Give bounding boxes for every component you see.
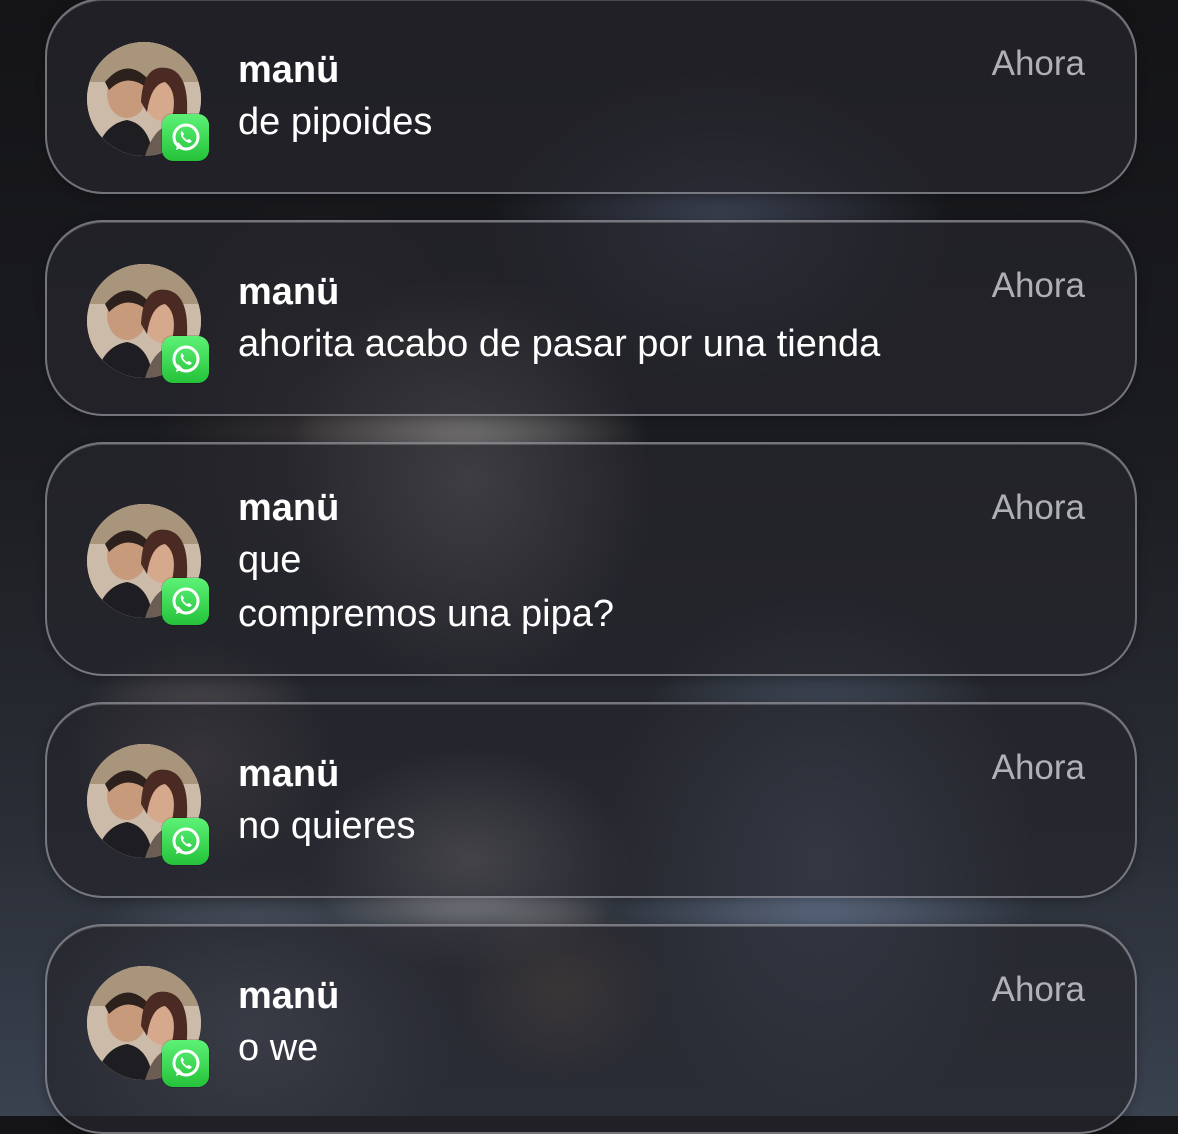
message-line: o we <box>238 1027 319 1069</box>
notification-message: no quieres <box>238 799 415 853</box>
notification-card[interactable]: manü Ahora o we <box>45 924 1137 1134</box>
notification-time: Ahora <box>991 266 1085 305</box>
notification-card[interactable]: manü Ahora de pipoides <box>45 0 1137 194</box>
message-line: no quieres <box>238 805 416 847</box>
whatsapp-icon <box>162 114 209 161</box>
notification-sender: manü <box>238 975 340 1017</box>
notification-time: Ahora <box>991 748 1085 787</box>
notification-time: Ahora <box>991 488 1085 527</box>
whatsapp-icon <box>162 578 209 625</box>
notification-message: que compremos una pipa? <box>238 533 614 641</box>
notification-sender: manü <box>238 487 340 529</box>
notification-sender: manü <box>238 271 340 313</box>
notification-card[interactable]: manü Ahora ahorita acabo de pasar por un… <box>45 220 1137 416</box>
message-line: compremos una pipa? <box>238 593 614 635</box>
whatsapp-icon <box>162 1040 209 1087</box>
notification-card[interactable]: manü Ahora no quieres <box>45 702 1137 898</box>
message-line: de pipoides <box>238 101 433 143</box>
whatsapp-icon <box>162 336 209 383</box>
message-line: que <box>238 539 302 581</box>
notification-sender: manü <box>238 753 340 795</box>
notification-message: ahorita acabo de pasar por una tienda <box>238 317 880 371</box>
notification-message: de pipoides <box>238 95 432 149</box>
notification-message: o we <box>238 1021 318 1075</box>
notification-time: Ahora <box>991 970 1085 1009</box>
notification-time: Ahora <box>991 44 1085 83</box>
whatsapp-icon <box>162 818 209 865</box>
notification-sender: manü <box>238 49 340 91</box>
notification-card[interactable]: manü Ahora que compremos una pipa? <box>45 442 1137 676</box>
message-line: ahorita acabo de pasar por una tienda <box>238 323 881 365</box>
